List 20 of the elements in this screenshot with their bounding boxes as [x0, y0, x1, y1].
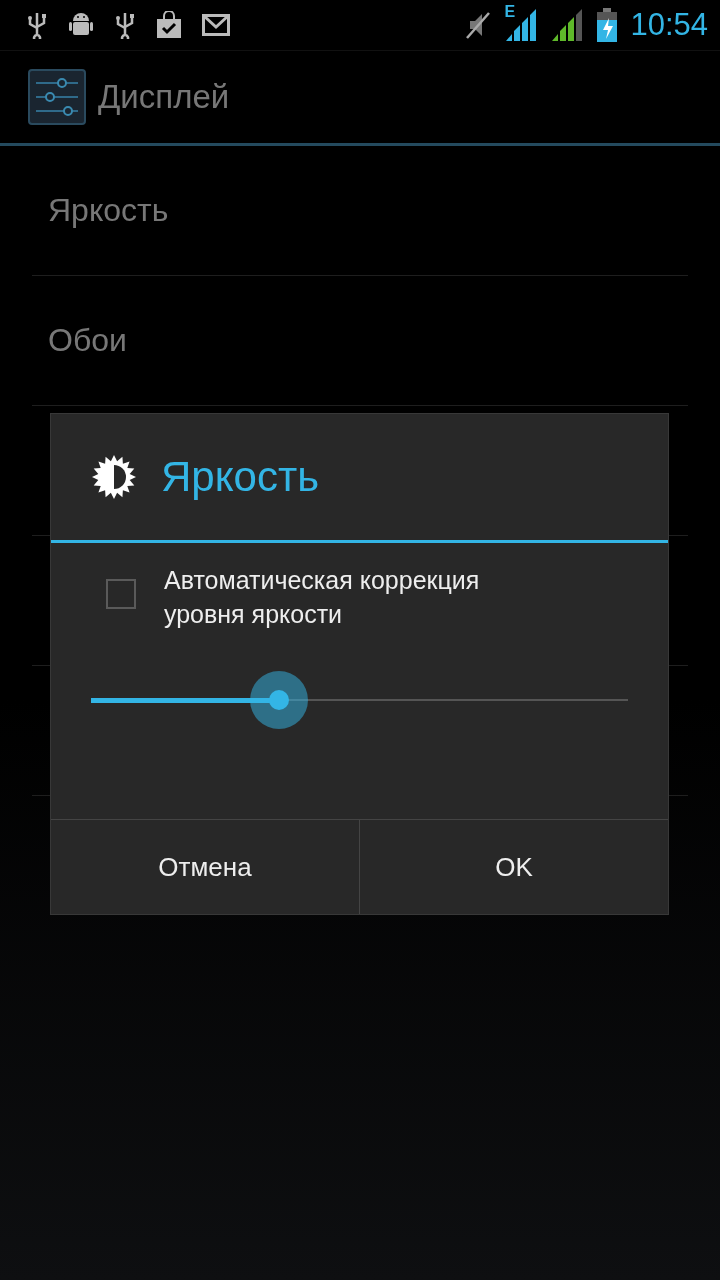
clock: 10:54: [630, 7, 708, 43]
muted-icon: [464, 10, 493, 40]
signal-icon: [550, 9, 585, 41]
brightness-slider[interactable]: [91, 671, 628, 729]
dialog-button[interactable]: OK: [359, 820, 668, 914]
checkbox-label: Автоматическая коррекция уровня яркости: [164, 565, 481, 630]
screen-title: Дисплей: [98, 78, 230, 116]
settings-item[interactable]: Яркость: [48, 192, 169, 229]
usb-icon: [114, 11, 136, 39]
shopping-bag-icon: [156, 11, 182, 39]
network-type: E: [504, 3, 516, 21]
dialog-title: Яркость: [161, 453, 319, 501]
settings-item[interactable]: Обои: [48, 322, 127, 359]
battery-charging-icon: [596, 8, 619, 42]
brightness-icon: [91, 454, 137, 500]
settings-sliders-icon: [28, 69, 86, 125]
checkbox[interactable]: [106, 579, 136, 609]
usb-icon: [26, 11, 48, 39]
mail-icon: [202, 14, 230, 36]
dialog-button[interactable]: Отмена: [51, 820, 359, 914]
